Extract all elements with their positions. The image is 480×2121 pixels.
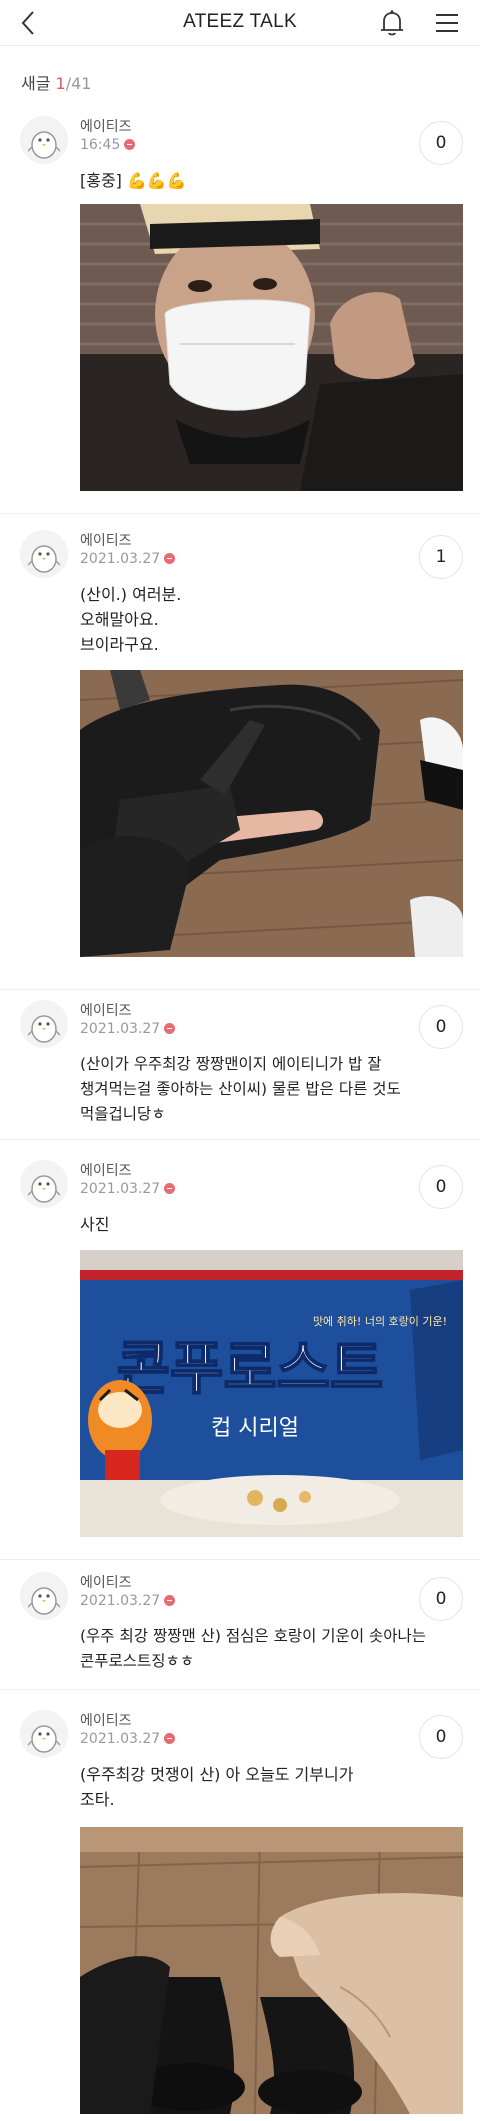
penguin-avatar-icon[interactable]: [20, 1160, 68, 1208]
notification-dot-icon: [164, 1595, 176, 1606]
penguin-avatar-icon[interactable]: [20, 1000, 68, 1048]
post-time: 2021.03.27: [80, 1731, 176, 1747]
post-item[interactable]: 에이티즈 2021.03.27 0 (우주 최강 짱짱맨 산) 점심은 호랑이 …: [0, 1572, 480, 1690]
reply-count-button[interactable]: 1: [419, 535, 463, 579]
post-time-text: 2021.03.27: [80, 1181, 161, 1197]
notification-dot-icon: [164, 1023, 176, 1034]
post-item[interactable]: 에이티즈 2021.03.27 0 (우주최강 멋쟁이 산) 아 오늘도 기부니…: [0, 1710, 480, 2121]
reply-count-button[interactable]: 0: [419, 1005, 463, 1049]
post-time: 2021.03.27: [80, 551, 176, 567]
cereal-brand-logo: 콘푸로스트: [117, 1334, 384, 1402]
reply-count-button[interactable]: 0: [419, 121, 463, 165]
post-time-text: 2021.03.27: [80, 551, 161, 567]
post-item[interactable]: 에이티즈 2021.03.27 0 (산이가 우주최강 짱짱맨이지 에이티니가 …: [0, 1000, 480, 1140]
post-time-text: 2021.03.27: [80, 1593, 161, 1609]
penguin-avatar-icon[interactable]: [20, 1572, 68, 1620]
penguin-avatar-icon[interactable]: [20, 530, 68, 578]
post-item[interactable]: 에이티즈 16:45 0 [홍중] 💪💪💪: [0, 116, 480, 514]
post-text: (산이.) 여러분. 오해말아요. 브이라구요.: [80, 585, 182, 654]
post-photo-cereal-cup[interactable]: 맛에 취하! 너의 호랑이 기운! 콘푸로스트 컵 시리얼: [80, 1250, 463, 1537]
counter-label: 새글: [21, 74, 51, 93]
post-time: 2021.03.27: [80, 1181, 176, 1197]
post-author: 에이티즈: [80, 1713, 132, 1729]
post-time-text: 2021.03.27: [80, 1021, 161, 1037]
post-author: 에이티즈: [80, 119, 132, 135]
new-post-counter: 새글 1/41: [21, 70, 91, 94]
notification-dot-icon: [124, 139, 136, 150]
post-time: 16:45: [80, 137, 136, 153]
post-author: 에이티즈: [80, 1575, 132, 1591]
counter-total: 41: [71, 74, 92, 93]
reply-count-button[interactable]: 0: [419, 1715, 463, 1759]
bell-icon[interactable]: [375, 6, 409, 40]
post-text: (산이가 우주최강 짱짱맨이지 에이티니가 밥 잘 챙겨먹는걸 좋아하는 산이씨…: [80, 1055, 401, 1123]
post-author: 에이티즈: [80, 1163, 132, 1179]
post-author: 에이티즈: [80, 1003, 132, 1019]
post-time-text: 16:45: [80, 137, 121, 153]
post-text: 사진: [80, 1215, 110, 1234]
reply-count-button[interactable]: 0: [419, 1577, 463, 1621]
post-author: 에이티즈: [80, 533, 132, 549]
notification-dot-icon: [164, 1183, 176, 1194]
penguin-avatar-icon[interactable]: [20, 1710, 68, 1758]
notification-dot-icon: [164, 553, 176, 564]
post-time: 2021.03.27: [80, 1593, 176, 1609]
notification-dot-icon: [164, 1733, 176, 1744]
post-time: 2021.03.27: [80, 1021, 176, 1037]
hamburger-menu-icon[interactable]: [432, 8, 462, 38]
post-photo-boots[interactable]: [80, 1827, 463, 2114]
reply-count-button[interactable]: 0: [419, 1165, 463, 1209]
post-text: [홍중] 💪💪💪: [80, 171, 187, 190]
post-text: (우주최강 멋쟁이 산) 아 오늘도 기부니가 조타.: [80, 1765, 354, 1809]
post-text: (우주 최강 짱짱맨 산) 점심은 호랑이 기운이 솟아나는 콘푸로스트징ㅎㅎ: [80, 1627, 427, 1670]
penguin-avatar-icon[interactable]: [20, 116, 68, 164]
post-item[interactable]: 에이티즈 2021.03.27 1 (산이.) 여러분. 오해말아요. 브이라구…: [0, 530, 480, 990]
post-item[interactable]: 에이티즈 2021.03.27 0 사진 맛에 취하! 너의 호랑이 기운! 콘…: [0, 1160, 480, 1560]
post-time-text: 2021.03.27: [80, 1731, 161, 1747]
post-photo-v-sign[interactable]: [80, 670, 463, 957]
counter-current: 1: [55, 74, 66, 93]
cereal-caption: 컵 시리얼: [211, 1416, 299, 1441]
cereal-tagline: 맛에 취하! 너의 호랑이 기운!: [313, 1314, 447, 1328]
app-header: ATEEZ TALK: [0, 0, 480, 46]
post-photo-masked-selfie[interactable]: [80, 204, 463, 491]
